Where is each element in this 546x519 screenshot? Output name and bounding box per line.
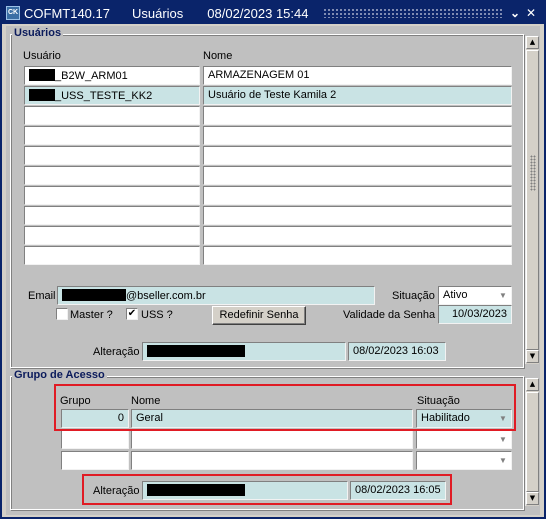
grupo-alteracao-date-field[interactable]: 08/02/2023 16:05 bbox=[350, 481, 446, 500]
usuario-field[interactable] bbox=[24, 206, 200, 225]
grupo-acesso-section-title: Grupo de Acesso bbox=[12, 369, 107, 381]
app-icon: CK bbox=[6, 6, 20, 20]
scroll-up-icon[interactable]: ▲ bbox=[526, 378, 539, 391]
grupo-situacao-value: Habilitado bbox=[421, 412, 470, 424]
uss-label: USS ? bbox=[141, 309, 173, 321]
usuario-field[interactable] bbox=[24, 186, 200, 205]
dropdown-arrow-icon[interactable]: ▼ bbox=[496, 288, 510, 303]
redefinir-senha-button[interactable]: Redefinir Senha bbox=[212, 306, 306, 325]
situacao-label: Situação bbox=[392, 290, 435, 302]
usuarios-scrollbar[interactable]: ▲ ▼ bbox=[525, 36, 539, 364]
situacao-select[interactable]: Ativo ▼ bbox=[438, 286, 512, 305]
title-bar[interactable]: CK COFMT140.17 Usuários 08/02/2023 15:44… bbox=[2, 2, 544, 24]
nome-field[interactable] bbox=[203, 186, 512, 205]
redacted-block bbox=[62, 289, 126, 301]
form-name: Usuários bbox=[131, 5, 184, 21]
usuario-field[interactable] bbox=[24, 166, 200, 185]
scroll-down-icon[interactable]: ▼ bbox=[526, 350, 539, 363]
column-header-usuario: Usuário bbox=[23, 50, 61, 62]
redacted-block bbox=[29, 69, 55, 81]
column-header-situacao: Situação bbox=[417, 395, 460, 407]
validade-senha-field[interactable]: 10/03/2023 bbox=[438, 305, 512, 324]
grupo-alteracao-label: Alteração bbox=[93, 485, 140, 497]
scroll-up-icon[interactable]: ▲ bbox=[526, 36, 539, 49]
grupo-scrollbar[interactable]: ▲ ▼ bbox=[525, 378, 539, 506]
nome-field[interactable]: Usuário de Teste Kamila 2 bbox=[203, 86, 512, 105]
alteracao-label: Alteração bbox=[93, 346, 140, 358]
email-label: Email bbox=[28, 290, 56, 302]
grupo-situacao-select[interactable]: ▼ bbox=[416, 451, 512, 470]
scroll-grip-icon bbox=[530, 155, 536, 191]
grupo-situacao-select[interactable]: Habilitado ▼ bbox=[416, 409, 512, 428]
usuario-field[interactable] bbox=[24, 106, 200, 125]
redacted-block bbox=[147, 484, 245, 496]
close-icon[interactable]: ✕ bbox=[524, 6, 538, 20]
nome-field[interactable] bbox=[203, 206, 512, 225]
nome-field[interactable]: ARMAZENAGEM 01 bbox=[203, 66, 512, 85]
form-code: COFMT140.17 bbox=[24, 5, 110, 21]
usuario-field[interactable]: _B2W_ARM01 bbox=[24, 66, 200, 85]
column-header-nome: Nome bbox=[203, 50, 233, 62]
title-datetime: 08/02/2023 15:44 bbox=[207, 5, 309, 21]
dropdown-arrow-icon[interactable]: ▼ bbox=[496, 432, 510, 447]
nome-field[interactable] bbox=[203, 166, 512, 185]
usuario-field[interactable] bbox=[24, 146, 200, 165]
dropdown-arrow-icon[interactable]: ▼ bbox=[496, 411, 510, 426]
usuario-field[interactable] bbox=[24, 226, 200, 245]
grupo-nome-field[interactable] bbox=[131, 430, 413, 449]
usuario-value: _USS_TESTE_KK2 bbox=[55, 90, 153, 102]
alteracao-user-field[interactable] bbox=[142, 342, 346, 361]
nome-field[interactable] bbox=[203, 146, 512, 165]
usuario-field[interactable] bbox=[24, 246, 200, 265]
usuario-field[interactable]: _USS_TESTE_KK2 bbox=[24, 86, 200, 105]
application-window: CK COFMT140.17 Usuários 08/02/2023 15:44… bbox=[0, 0, 546, 519]
nome-field[interactable] bbox=[203, 126, 512, 145]
scroll-thumb[interactable] bbox=[526, 50, 539, 350]
master-checkbox[interactable] bbox=[56, 308, 68, 320]
scroll-down-icon[interactable]: ▼ bbox=[526, 492, 539, 505]
nome-field[interactable] bbox=[203, 106, 512, 125]
form-content: Usuários Usuário Nome _B2W_ARM01 ARMAZENA… bbox=[6, 26, 540, 515]
uss-checkbox[interactable]: ✔ bbox=[126, 308, 138, 320]
nome-field[interactable] bbox=[203, 226, 512, 245]
usuario-value: _B2W_ARM01 bbox=[55, 70, 128, 82]
situacao-value: Ativo bbox=[443, 289, 468, 301]
usuarios-section-title: Usuários bbox=[12, 27, 64, 39]
grupo-nome-field[interactable]: Geral bbox=[131, 409, 413, 428]
email-field[interactable]: @bseller.com.br bbox=[57, 286, 375, 305]
grupo-nome-field[interactable] bbox=[131, 451, 413, 470]
scroll-thumb[interactable] bbox=[526, 392, 539, 492]
redacted-block bbox=[147, 345, 245, 357]
email-domain: @bseller.com.br bbox=[126, 290, 206, 302]
title-grip bbox=[322, 8, 502, 18]
grupo-code-field[interactable] bbox=[61, 451, 129, 470]
dropdown-arrow-icon[interactable]: ▼ bbox=[496, 453, 510, 468]
validade-label: Validade da Senha bbox=[343, 309, 436, 321]
nome-field[interactable] bbox=[203, 246, 512, 265]
redacted-block bbox=[29, 89, 55, 101]
grupo-alteracao-user-field[interactable] bbox=[142, 481, 348, 500]
column-header-grupo-nome: Nome bbox=[131, 395, 161, 407]
minimize-icon[interactable]: ⌄ bbox=[508, 6, 522, 20]
grupo-situacao-select[interactable]: ▼ bbox=[416, 430, 512, 449]
grupo-code-field[interactable] bbox=[61, 430, 129, 449]
alteracao-date-field[interactable]: 08/02/2023 16:03 bbox=[348, 342, 446, 361]
master-label: Master ? bbox=[70, 309, 113, 321]
grupo-code-field[interactable]: 0 bbox=[61, 409, 129, 428]
usuario-field[interactable] bbox=[24, 126, 200, 145]
column-header-grupo: Grupo bbox=[60, 395, 91, 407]
